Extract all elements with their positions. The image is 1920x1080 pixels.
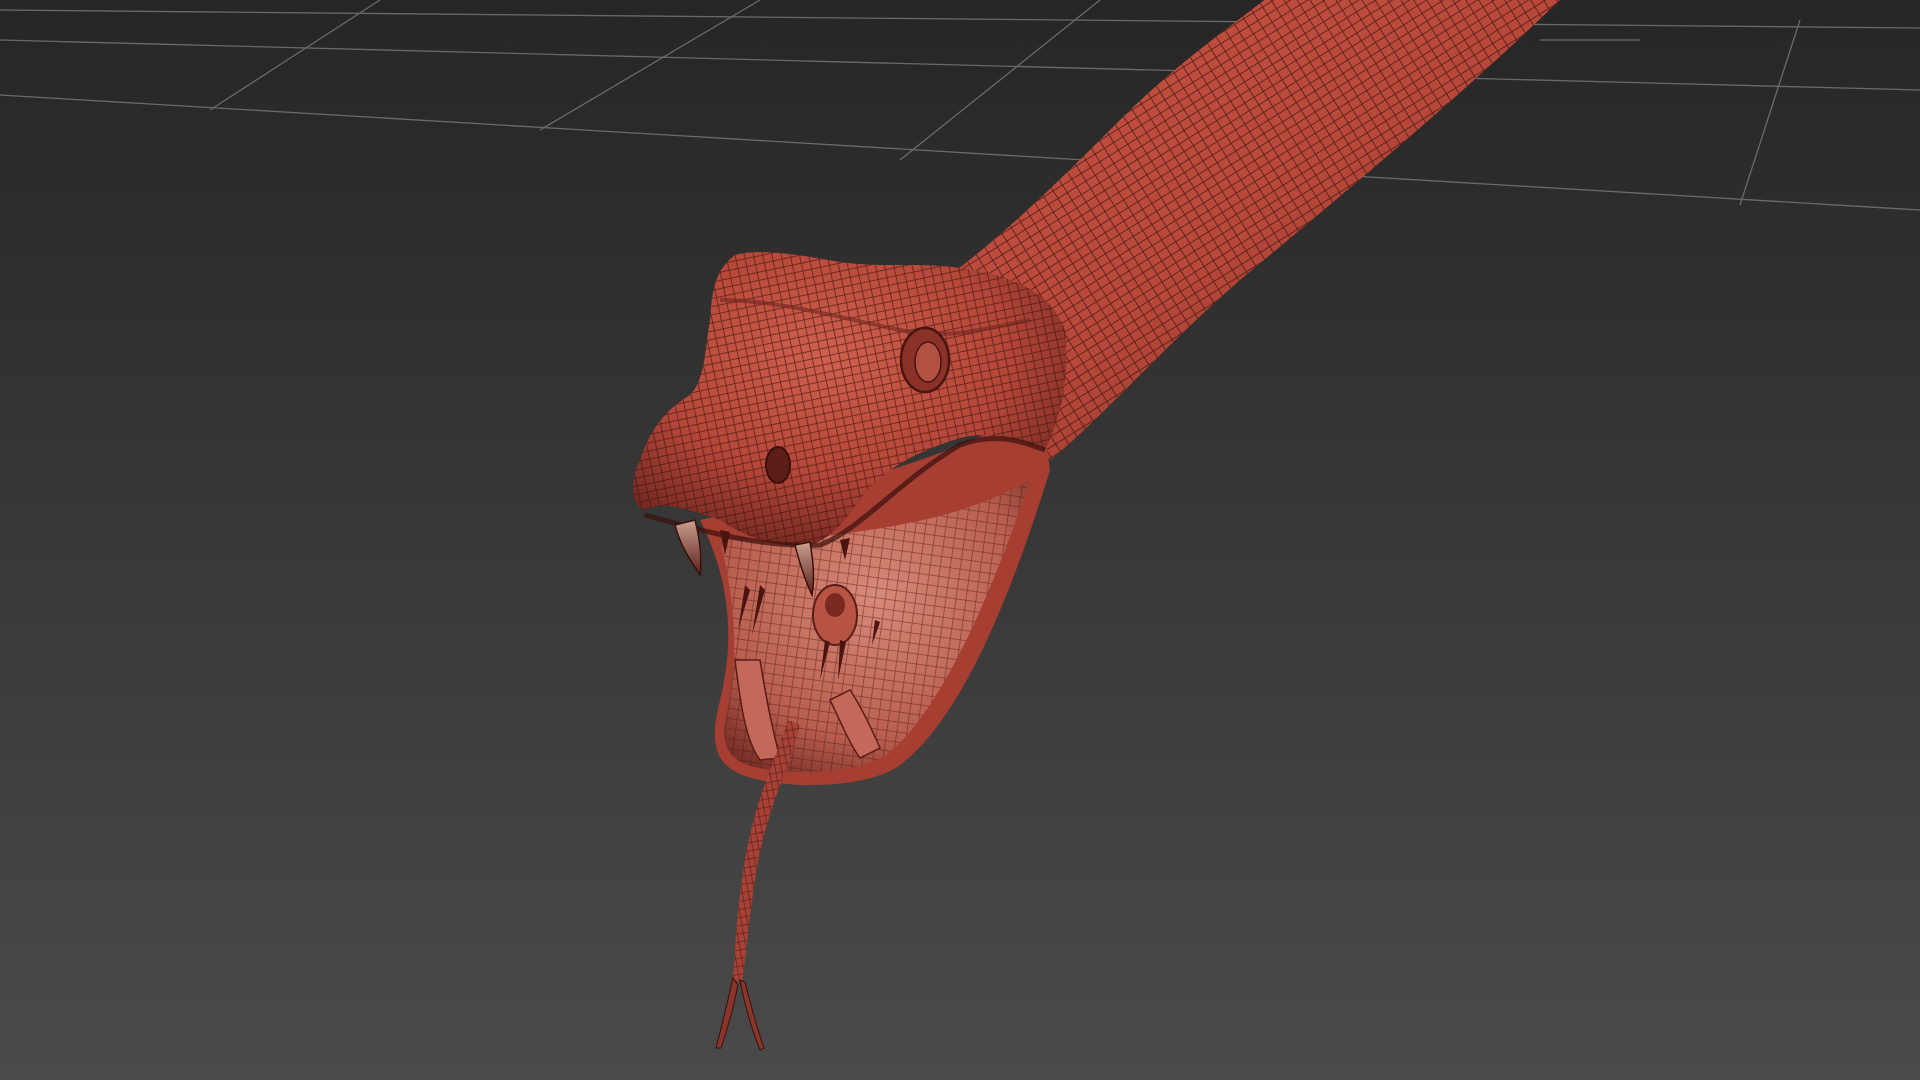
3d-viewport[interactable]: [0, 0, 1920, 1080]
viewport-canvas[interactable]: [0, 0, 1920, 1080]
snake-nostril: [765, 446, 791, 484]
